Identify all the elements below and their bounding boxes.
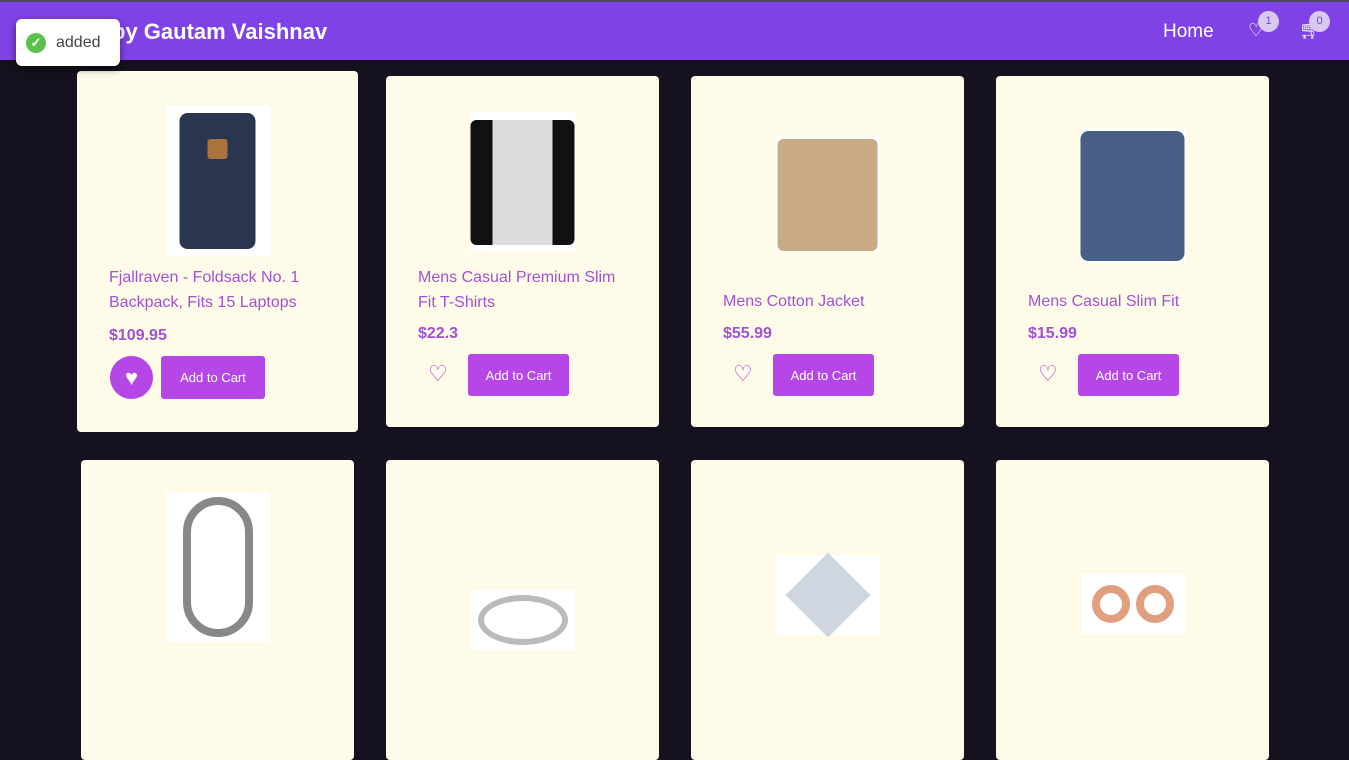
navbar: by Gautam Vaishnav Home ♡ 1 🛒︎ 0	[0, 2, 1349, 60]
wishlist-heart-outline-icon[interactable]: ♡	[733, 361, 753, 387]
product-image-bracelet	[165, 492, 270, 642]
brand-title: by Gautam Vaishnav	[112, 19, 328, 44]
product-price: $15.99	[1028, 325, 1077, 342]
product-image-ring	[470, 590, 575, 650]
add-to-cart-button[interactable]: Add to Cart	[1078, 354, 1179, 396]
product-title[interactable]: Mens Casual Premium Slim Fit T-Shirts	[418, 265, 629, 315]
product-image-diamond-ring	[775, 552, 880, 638]
product-card[interactable]: Fjallraven - Foldsack No. 1 Backpack, Fi…	[77, 71, 358, 432]
product-image-jacket	[775, 137, 880, 252]
product-card[interactable]	[386, 460, 659, 760]
product-image-longsleeve	[1080, 128, 1185, 263]
product-price: $55.99	[723, 325, 772, 342]
product-card[interactable]: Mens Casual Premium Slim Fit T-Shirts $2…	[386, 76, 659, 427]
add-to-cart-button[interactable]: Add to Cart	[773, 354, 874, 396]
product-title[interactable]: Mens Cotton Jacket	[723, 289, 934, 314]
wishlist-heart-outline-icon[interactable]: ♡	[1038, 361, 1058, 387]
product-image-tshirt	[470, 112, 575, 252]
toast-notification: ✓ added	[16, 19, 120, 66]
product-card[interactable]	[996, 460, 1269, 760]
product-card[interactable]	[81, 460, 354, 760]
add-to-cart-button[interactable]: Add to Cart	[161, 356, 265, 399]
product-card[interactable]: Mens Cotton Jacket $55.99 ♡ Add to Cart	[691, 76, 964, 427]
product-card[interactable]: Mens Casual Slim Fit $15.99 ♡ Add to Car…	[996, 76, 1269, 427]
nav-home-link[interactable]: Home	[1163, 21, 1214, 43]
wishlist-heart-outline-icon[interactable]: ♡	[428, 361, 448, 387]
wishlist-count-badge: 1	[1258, 11, 1279, 32]
cart-count-badge: 0	[1309, 11, 1330, 32]
check-circle-icon: ✓	[26, 33, 46, 53]
product-title[interactable]: Mens Casual Slim Fit	[1028, 289, 1239, 314]
product-image-backpack	[165, 106, 270, 256]
product-card[interactable]	[691, 460, 964, 760]
product-price: $109.95	[109, 327, 167, 344]
add-to-cart-button[interactable]: Add to Cart	[468, 354, 569, 396]
product-image-plugs	[1080, 574, 1185, 634]
product-title[interactable]: Fjallraven - Foldsack No. 1 Backpack, Fi…	[109, 265, 328, 315]
product-price: $22.3	[418, 325, 459, 342]
toast-message: added	[56, 34, 101, 51]
wishlist-heart-filled-icon[interactable]: ♥	[110, 356, 153, 399]
